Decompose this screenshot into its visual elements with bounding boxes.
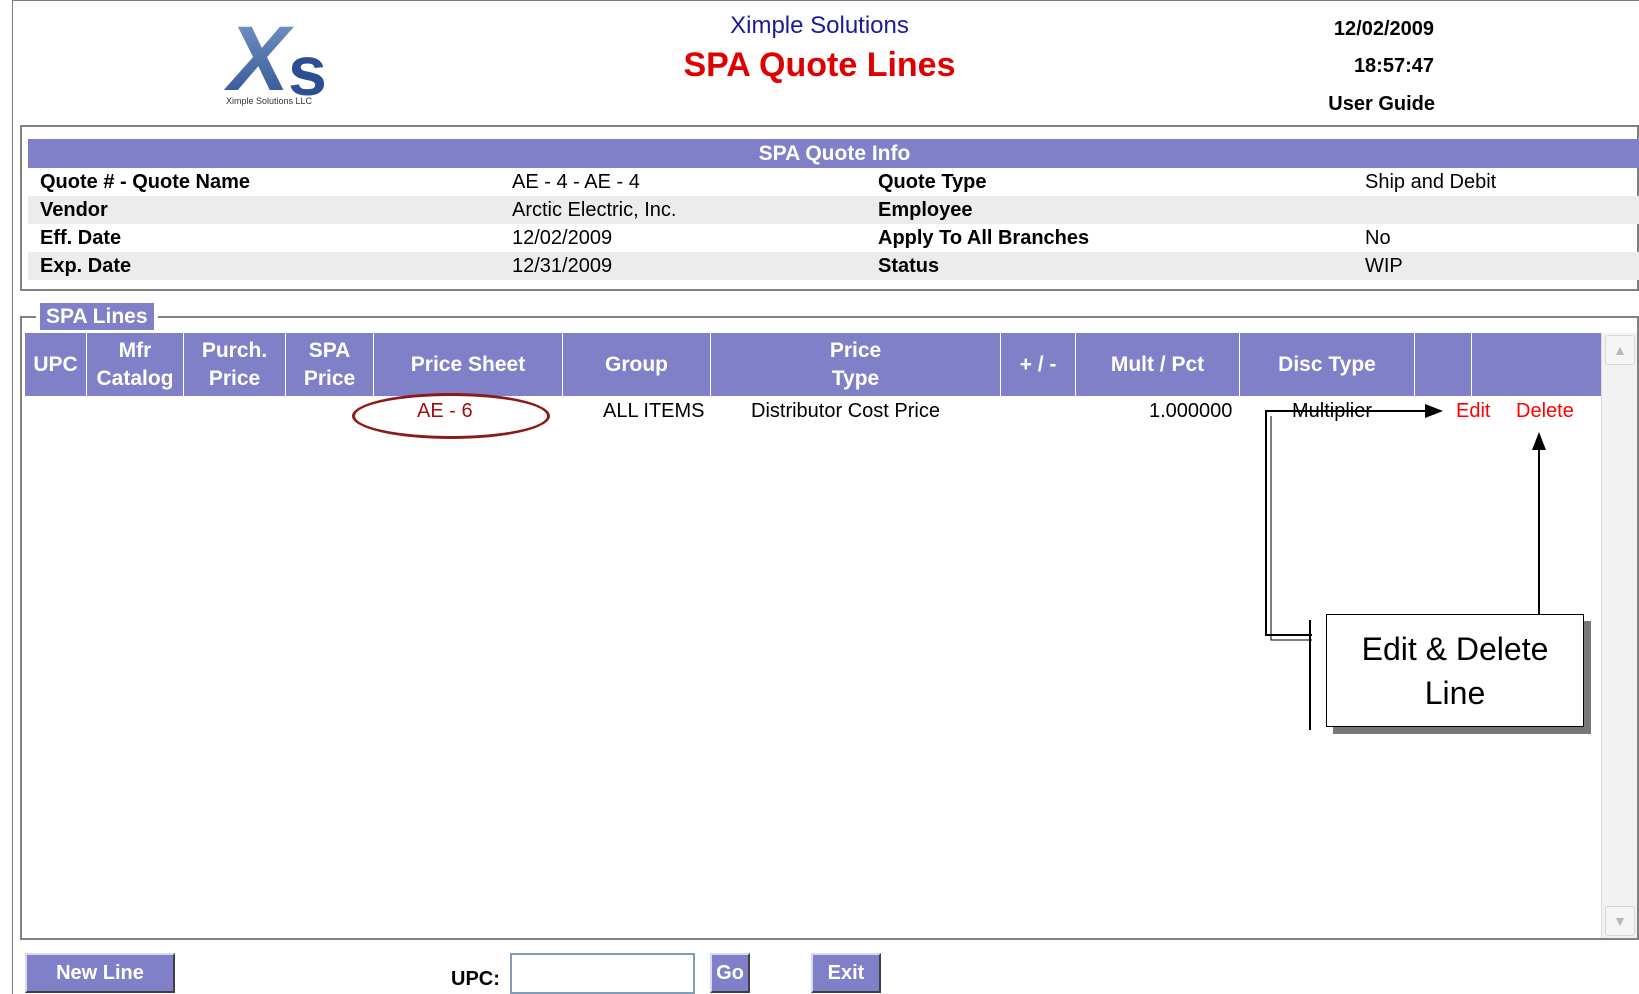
edit-delete-callout: Edit & Delete Line [1326, 614, 1584, 727]
callout-line: Edit & Delete [1361, 631, 1549, 667]
upc-label: UPC: [451, 968, 500, 990]
annotation-arrows [1265, 404, 1546, 730]
scroll-up-icon[interactable]: ▲ [1605, 335, 1635, 365]
upc-input[interactable] [510, 953, 695, 994]
scroll-down-icon[interactable]: ▼ [1605, 906, 1635, 936]
new-line-button[interactable]: New Line [25, 953, 175, 993]
go-button[interactable]: Go [710, 953, 750, 993]
callout-line: Line [1424, 675, 1486, 711]
exit-button[interactable]: Exit [811, 953, 881, 993]
lines-scrollbar[interactable]: ▲ ▼ [1601, 333, 1637, 938]
